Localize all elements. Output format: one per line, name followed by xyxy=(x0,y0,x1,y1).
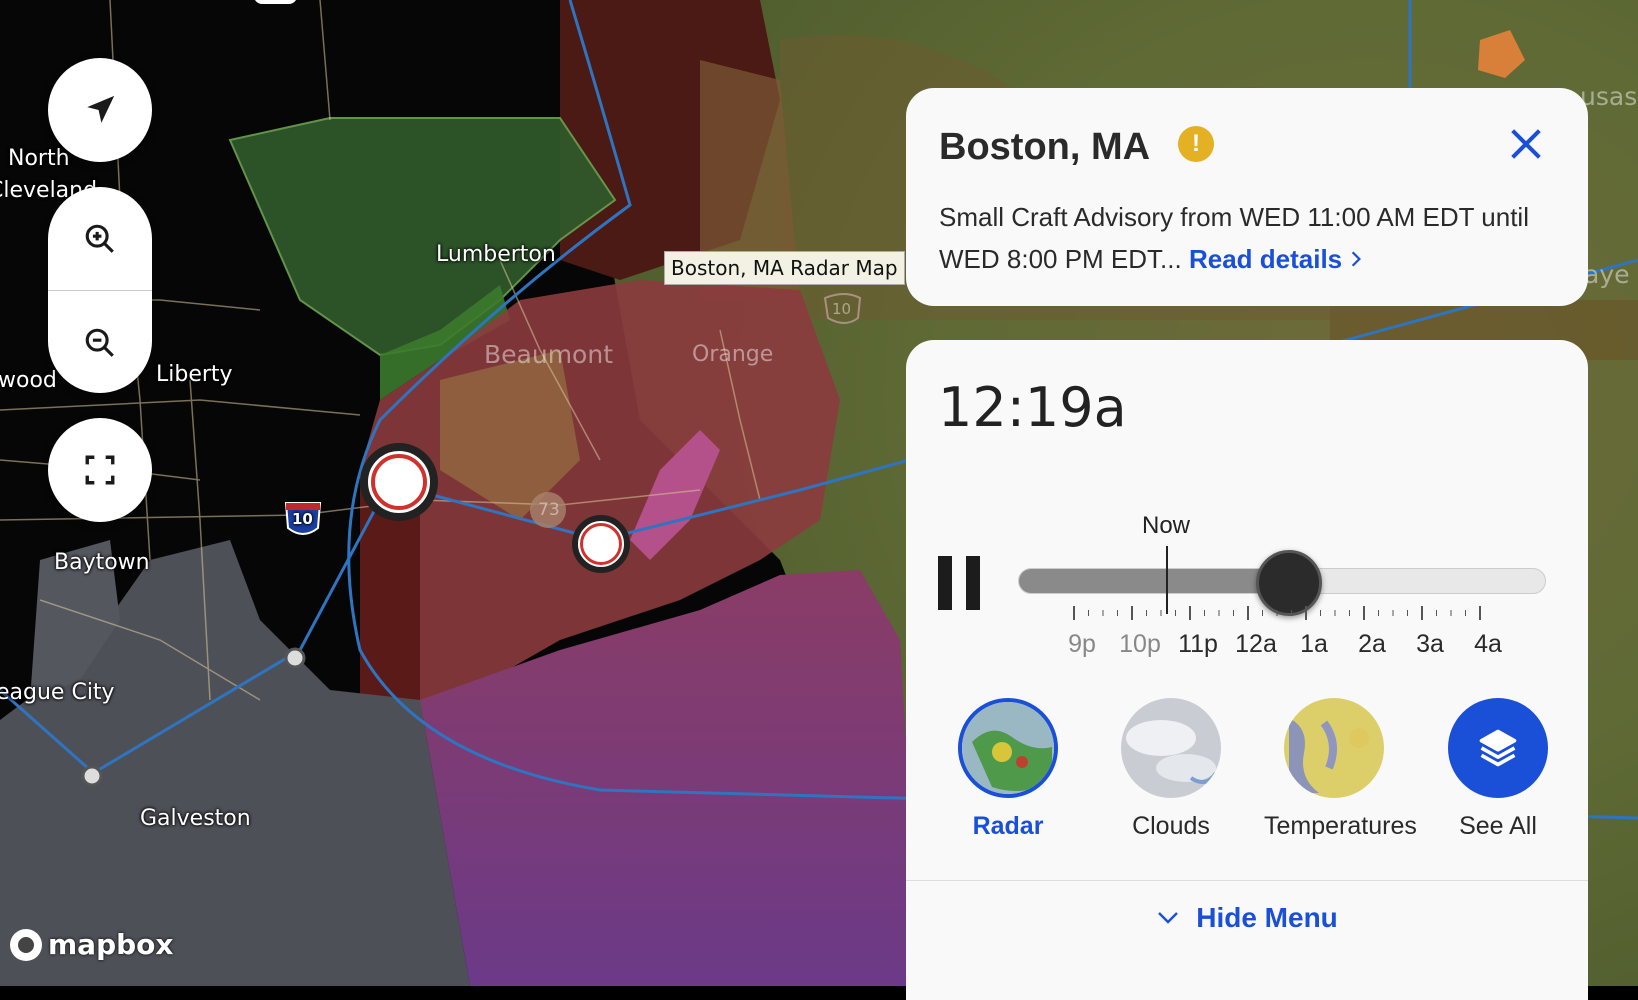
tick-label: 10p xyxy=(1119,630,1161,658)
map-label-liberty: Liberty xyxy=(156,362,233,387)
warning-icon: ! xyxy=(1178,126,1214,162)
chevron-right-icon xyxy=(1352,251,1362,267)
chevron-down-icon xyxy=(1158,912,1179,924)
layer-temperatures-label: Temperatures xyxy=(1264,812,1417,840)
layers-stack-icon xyxy=(1448,698,1548,798)
pause-icon xyxy=(938,556,952,610)
zoom-out-button[interactable] xyxy=(48,291,152,393)
mapbox-attribution[interactable]: mapbox xyxy=(10,928,173,961)
timeline-ticks xyxy=(1073,606,1481,620)
fullscreen-icon xyxy=(85,455,115,485)
navigation-arrow-icon xyxy=(87,95,115,123)
map-label-dayton: wood xyxy=(0,368,57,393)
pause-icon-bar xyxy=(966,556,980,610)
zoom-out-icon xyxy=(85,328,114,357)
tick-label: 12a xyxy=(1235,630,1277,658)
timeline-tick-labels: 9p 10p 11p 12a 1a 2a 3a 4a xyxy=(1068,630,1522,660)
tick-label: 2a xyxy=(1358,630,1386,658)
radar-thumbnail xyxy=(958,698,1058,798)
route-10-east-label: 10 xyxy=(832,300,852,318)
alert-card: Boston, MA ! Small Craft Advisory from W… xyxy=(906,88,1588,306)
alert-message: Small Craft Advisory from WED 11:00 AM E… xyxy=(939,196,1559,280)
mapbox-wordmark: mapbox xyxy=(48,928,174,961)
tick-label: 4a xyxy=(1474,630,1502,658)
map-label-lumberton: Lumberton xyxy=(436,242,556,267)
map-label-kansas: usas xyxy=(1580,82,1638,111)
map-label-beaumont: Beaumont xyxy=(484,340,613,369)
location-marker-secondary[interactable] xyxy=(572,515,630,573)
zoom-in-button[interactable] xyxy=(48,187,152,290)
temperatures-thumbnail xyxy=(1284,698,1384,798)
read-details-link[interactable]: Read details xyxy=(1189,244,1363,274)
hide-menu-label: Hide Menu xyxy=(1196,902,1338,933)
menu-divider xyxy=(906,880,1588,881)
pause-button[interactable] xyxy=(938,556,982,610)
tick-label: 3a xyxy=(1416,630,1444,658)
map-label-orange: Orange xyxy=(692,342,774,367)
clouds-thumbnail xyxy=(1121,698,1221,798)
layer-clouds[interactable]: Clouds xyxy=(1101,698,1241,841)
tick-label: 9p xyxy=(1068,630,1096,658)
timeline-progress-fill xyxy=(1019,569,1293,593)
hide-menu-button[interactable]: Hide Menu xyxy=(906,888,1588,948)
now-label: Now xyxy=(1142,512,1191,539)
layer-see-all-label: See All xyxy=(1459,812,1537,840)
layer-see-all[interactable]: See All xyxy=(1428,698,1568,841)
zoom-controls xyxy=(48,187,152,393)
radar-player-card: 12:19a Now 9p 10p 11p 12a 1a 2a 3a 4a Radar Clo… xyxy=(906,340,1588,1000)
map-label-galveston: Galveston xyxy=(140,806,251,831)
map-label-north: North xyxy=(8,146,70,171)
interstate-10-label: 10 xyxy=(292,510,313,528)
location-marker-primary[interactable] xyxy=(360,443,438,521)
layer-clouds-label: Clouds xyxy=(1132,812,1210,840)
map-label-league-city: eague City xyxy=(0,680,115,705)
layer-temperatures[interactable]: Temperatures xyxy=(1264,698,1417,841)
route-73-label: 73 xyxy=(538,500,560,520)
current-time: 12:19a xyxy=(938,376,1127,439)
read-details-label: Read details xyxy=(1188,244,1343,274)
mapbox-logo-icon xyxy=(10,928,42,961)
now-marker xyxy=(1166,546,1168,614)
close-icon[interactable] xyxy=(1506,124,1546,164)
tick-label: 1a xyxy=(1300,630,1328,658)
route-190-label: 190 xyxy=(254,0,297,4)
tick-label: 11p xyxy=(1178,630,1218,658)
radar-map-tooltip: Boston, MA Radar Map xyxy=(664,251,905,285)
map-label-baytown: Baytown xyxy=(54,550,150,575)
map-label-lafayette: aye xyxy=(1584,260,1630,289)
locate-button[interactable] xyxy=(48,58,152,162)
layer-radar-label: Radar xyxy=(972,812,1044,840)
alert-city-title: Boston, MA xyxy=(939,126,1151,168)
zoom-in-icon xyxy=(85,224,114,253)
layer-radar[interactable]: Radar xyxy=(938,698,1078,841)
fullscreen-button[interactable] xyxy=(48,418,152,522)
layer-selector: Radar Clouds Temperatures See All xyxy=(938,698,1568,841)
